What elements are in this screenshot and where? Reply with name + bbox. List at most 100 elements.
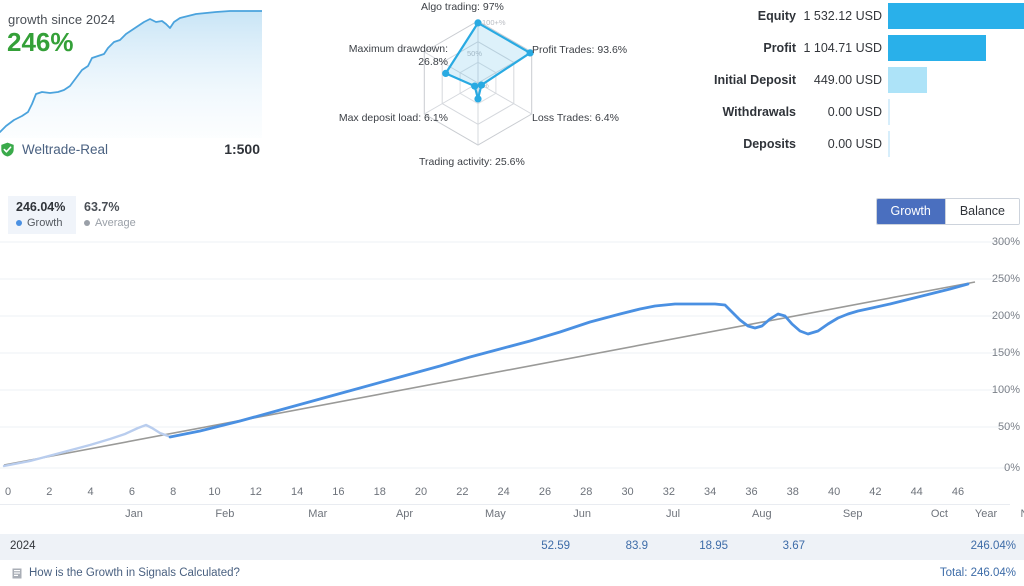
top-summary-row: growth since 2024 246% Weltrade-Real 1:5… [0, 0, 1024, 175]
summary-year: 2024 [10, 540, 36, 552]
chart-mode-tabs: Growth Balance [875, 198, 1020, 225]
x-axis-month-sep: Sep [842, 508, 863, 520]
x-axis-tick: 6 [128, 486, 135, 498]
legend-growth-label: Growth [27, 216, 63, 229]
x-axis-tick: 16 [332, 486, 345, 498]
legend-average-value: 63.7% [84, 200, 120, 214]
y-axis-tick: 100% [991, 384, 1020, 396]
y-axis-tick: 50% [997, 421, 1020, 433]
stat-bar-fill [888, 67, 928, 93]
x-axis-month-feb: Feb [215, 508, 235, 520]
x-axis-month-nov: Nov [1021, 508, 1024, 520]
signal-dashboard: growth since 2024 246% Weltrade-Real 1:5… [0, 0, 1024, 586]
growth-calculation-link[interactable]: How is the Growth in Signals Calculated? [12, 567, 240, 579]
legend-growth-dot-icon [16, 219, 22, 226]
legend-growth-value: 246.04% [16, 200, 66, 214]
radar-label-maximum-drawdown: Maximum drawdown: 26.8% [302, 43, 448, 69]
stat-bar-track [888, 128, 1024, 160]
y-axis-tick: 0% [1004, 462, 1020, 474]
stat-bar-fill [888, 35, 986, 61]
x-axis-month-jun: Jun [573, 508, 591, 520]
yearly-summary-row: 2024 52.59 83.9 18.95 3.67 246.04% [0, 534, 1024, 560]
x-axis-month-mar: Mar [308, 508, 328, 520]
x-axis-year-label: Year [974, 508, 998, 520]
stat-label: Withdrawals [722, 105, 796, 119]
legend-average[interactable]: 63.7% Average [84, 196, 136, 230]
stat-row-withdrawals: Withdrawals 0.00 USD [700, 96, 1024, 128]
stat-value: 449.00 USD [813, 73, 882, 87]
x-axis-tick: 38 [786, 486, 799, 498]
y-axis-tick: 250% [991, 273, 1020, 285]
summary-month-value[interactable]: 18.95 [699, 540, 728, 552]
summary-month-value[interactable]: 3.67 [783, 540, 805, 552]
x-axis-line [0, 504, 1010, 505]
x-axis-month-jul: Jul [665, 508, 681, 520]
radar-label-maximum-drawdown-line1: Maximum drawdown: [348, 43, 448, 55]
x-axis-tick: 44 [910, 486, 923, 498]
x-axis-tick: 40 [827, 486, 841, 498]
stat-label: Profit [763, 41, 796, 55]
growth-since-label: growth since 2024 [8, 12, 116, 27]
stat-row-deposits: Deposits 0.00 USD [700, 128, 1024, 160]
summary-month-value[interactable]: 52.59 [541, 540, 570, 552]
stat-value: 0.00 USD [827, 137, 882, 151]
performance-radar-chart: 100+% 50% 0% [423, 18, 534, 146]
x-axis-tick: 2 [46, 486, 53, 498]
x-axis-tick: 4 [87, 486, 94, 498]
legend-growth[interactable]: 246.04% Growth [8, 196, 76, 234]
growth-main-chart[interactable]: 300% 250% 200% 150% 100% 50% 0% [0, 236, 1024, 486]
x-axis-tick: 14 [291, 486, 304, 498]
x-axis-tick: 30 [621, 486, 634, 498]
broker-row: Weltrade-Real 1:500 [0, 141, 272, 157]
x-axis-month-oct: Oct [930, 508, 948, 520]
stat-bar-track [888, 32, 1024, 64]
x-axis-tick: 24 [497, 486, 510, 498]
x-axis-month-apr: Apr [395, 508, 414, 520]
stat-label: Initial Deposit [714, 73, 796, 87]
summary-month-value[interactable]: 83.9 [626, 540, 648, 552]
x-axis-tick: 36 [745, 486, 758, 498]
x-axis-tick: 0 [4, 486, 12, 498]
stat-value: 1 104.71 USD [803, 41, 882, 55]
chart-legend-bar: 246.04% Growth 63.7% Average Growth Bala… [0, 196, 1024, 236]
legend-average-key: Average [84, 216, 136, 230]
growth-percent-value: 246% [7, 27, 74, 57]
svg-text:100+%: 100+% [482, 18, 506, 27]
verified-shield-icon [1, 142, 14, 157]
stat-bar-track [888, 0, 1024, 32]
stat-label: Deposits [743, 137, 796, 151]
growth-sparkline-card: growth since 2024 246% Weltrade-Real 1:5… [0, 0, 272, 175]
radar-label-algo-trading: Algo trading: 97% [421, 1, 504, 13]
chart-gridlines [0, 241, 1010, 469]
x-axis-tick: 28 [580, 486, 593, 498]
x-axis-tick: 34 [704, 486, 717, 498]
x-axis-tick: 8 [170, 486, 177, 498]
radar-label-maximum-drawdown-line2: 26.8% [418, 56, 448, 69]
stat-bar-track [888, 96, 1024, 128]
radar-label-loss-trades: Loss Trades: 6.4% [532, 112, 619, 124]
summary-year-total: 246.04% [970, 540, 1016, 552]
y-axis-tick: 300% [991, 236, 1020, 248]
x-axis-tick: 26 [538, 486, 552, 498]
legend-average-label: Average [95, 216, 136, 229]
radar-label-max-deposit-load: Max deposit load: 6.1% [338, 112, 448, 124]
stat-bar-fill [888, 3, 1024, 29]
book-icon [12, 568, 22, 578]
radar-label-trading-activity: Trading activity: 25.6% [419, 156, 525, 168]
stat-row-initial-deposit: Initial Deposit 449.00 USD [700, 64, 1024, 96]
x-axis-tick: 18 [373, 486, 386, 498]
chart-footer: How is the Growth in Signals Calculated?… [0, 566, 1024, 586]
tab-growth[interactable]: Growth [876, 199, 945, 224]
stat-bar-fill [888, 131, 890, 157]
x-axis-month-jan: Jan [125, 508, 143, 520]
stat-bar-track [888, 64, 1024, 96]
broker-name[interactable]: Weltrade-Real [22, 142, 108, 157]
x-axis-tick: 10 [208, 486, 221, 498]
tab-balance[interactable]: Balance [944, 199, 1019, 224]
x-axis-month-aug: Aug [752, 508, 772, 520]
stat-label: Equity [757, 9, 796, 23]
x-axis-tick: 12 [249, 486, 262, 498]
radar-label-profit-trades: Profit Trades: 93.6% [532, 44, 628, 56]
average-series-line [3, 281, 976, 466]
x-axis-month-may: May [485, 508, 506, 520]
